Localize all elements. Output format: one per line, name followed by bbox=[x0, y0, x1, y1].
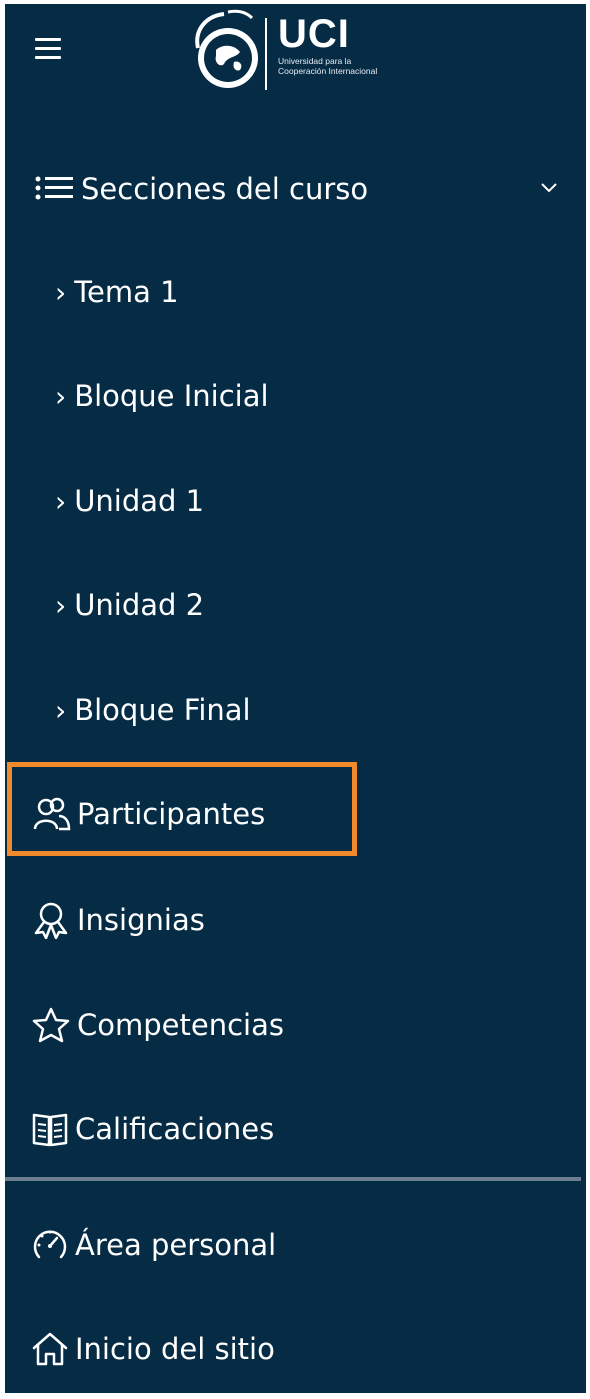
award-icon bbox=[31, 901, 71, 939]
nav-item-label: Tema 1 bbox=[74, 275, 179, 309]
hamburger-menu-button[interactable] bbox=[35, 36, 65, 62]
chevron-right-icon: › bbox=[55, 484, 67, 518]
nav-item-label: Inicio del sitio bbox=[75, 1332, 275, 1366]
chevron-right-icon: › bbox=[55, 693, 67, 727]
nav-item-label: Unidad 1 bbox=[74, 484, 205, 518]
nav-subitem-unidad-2[interactable]: › Unidad 2 bbox=[5, 555, 586, 655]
nav-item-competencies[interactable]: Competencias bbox=[5, 975, 586, 1075]
nav-item-participants[interactable]: Participantes bbox=[5, 764, 586, 864]
nav-item-label: Unidad 2 bbox=[74, 588, 205, 622]
nav-item-dashboard[interactable]: Área personal bbox=[5, 1195, 586, 1295]
chevron-right-icon: › bbox=[55, 275, 67, 309]
home-icon bbox=[31, 1331, 69, 1367]
nav-subitem-bloque-final[interactable]: › Bloque Final bbox=[5, 660, 586, 760]
logo-text: UCI Universidad para la Cooperación Inte… bbox=[278, 12, 377, 76]
nav-item-label: Secciones del curso bbox=[81, 172, 369, 206]
nav-item-grades[interactable]: Calificaciones bbox=[5, 1079, 586, 1179]
uci-logo[interactable]: UCI Universidad para la Cooperación Inte… bbox=[188, 8, 448, 100]
logo-title: UCI bbox=[278, 12, 350, 56]
dashboard-icon bbox=[31, 1227, 69, 1263]
nav-item-label: Área personal bbox=[75, 1228, 277, 1262]
gradebook-icon bbox=[31, 1110, 69, 1148]
users-icon bbox=[33, 796, 71, 832]
nav-subitem-bloque-inicial[interactable]: › Bloque Inicial bbox=[5, 346, 586, 446]
hamburger-line bbox=[35, 47, 61, 50]
nav-item-label: Bloque Final bbox=[74, 693, 251, 727]
nav-subitem-tema-1[interactable]: › Tema 1 bbox=[5, 242, 586, 342]
course-navigation-drawer: UCI Universidad para la Cooperación Inte… bbox=[5, 4, 586, 1393]
chevron-right-icon: › bbox=[55, 588, 67, 622]
nav-divider bbox=[5, 1177, 581, 1181]
logo-subtitle-line2: Cooperación Internacional bbox=[278, 66, 378, 76]
globe-laurel-logo-icon bbox=[195, 9, 267, 90]
hamburger-line bbox=[35, 38, 61, 41]
nav-item-label: Calificaciones bbox=[75, 1112, 275, 1146]
hamburger-line bbox=[35, 56, 61, 59]
logo-subtitle-line1: Universidad para la bbox=[278, 56, 352, 66]
drawer-header: UCI Universidad para la Cooperación Inte… bbox=[5, 4, 586, 104]
nav-item-course-sections[interactable]: Secciones del curso bbox=[5, 139, 586, 239]
chevron-right-icon: › bbox=[55, 379, 67, 413]
star-icon bbox=[31, 1006, 71, 1044]
nav-item-label: Competencias bbox=[77, 1008, 284, 1042]
nav-subitem-unidad-1[interactable]: › Unidad 1 bbox=[5, 451, 586, 551]
nav-item-label: Insignias bbox=[77, 903, 205, 937]
list-icon bbox=[35, 174, 75, 204]
nav-item-badges[interactable]: Insignias bbox=[5, 870, 586, 970]
nav-item-site-home[interactable]: Inicio del sitio bbox=[5, 1299, 586, 1399]
nav-item-label: Bloque Inicial bbox=[74, 379, 269, 413]
nav-item-label: Participantes bbox=[77, 797, 266, 831]
chevron-down-icon[interactable] bbox=[540, 181, 558, 195]
